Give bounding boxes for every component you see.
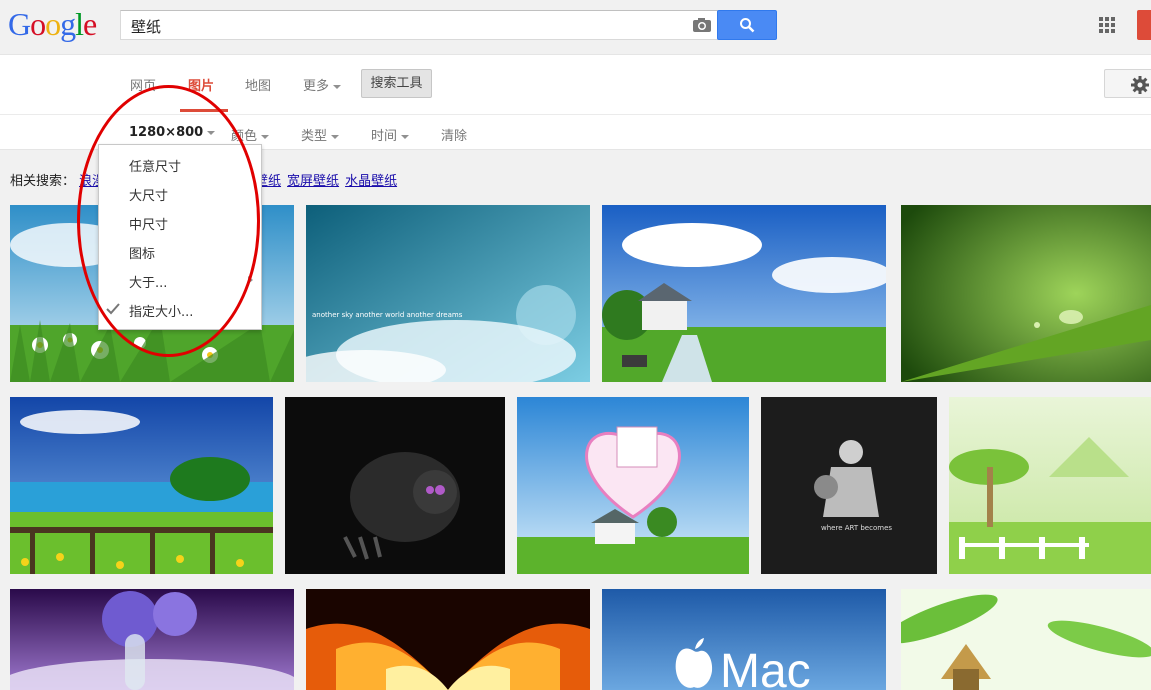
image-result-cloudy-sky-fantasy[interactable]: another sky another world another dreams	[306, 205, 590, 382]
size-option-any[interactable]: 任意尺寸	[129, 156, 181, 175]
related-link[interactable]: 宽屏壁纸	[287, 174, 339, 189]
player-caption: where ART becomes	[821, 524, 892, 532]
filter-size[interactable]: 1280×800	[129, 125, 216, 140]
logo-letter: g	[60, 6, 76, 42]
top-bar: Google 壁纸	[0, 0, 1151, 55]
filter-color-label: 颜色	[231, 129, 258, 144]
filter-type-label: 类型	[301, 129, 328, 144]
image-result-house-on-lawn[interactable]	[602, 205, 886, 382]
sign-in-button[interactable]	[1137, 10, 1151, 40]
chevron-down-icon	[331, 134, 340, 139]
apps-grid-icon[interactable]	[1099, 17, 1115, 33]
search-nav: 网页 图片 地图 更多 搜索工具	[0, 55, 1151, 115]
size-option-exact[interactable]: 指定大小...	[129, 301, 193, 320]
size-option-icon[interactable]: 图标	[129, 243, 155, 262]
filter-color[interactable]: 颜色	[231, 125, 270, 144]
tab-more[interactable]: 更多	[303, 75, 342, 113]
size-option-larger-than[interactable]: 大于...	[129, 272, 167, 291]
mac-wordmark: Mac	[720, 645, 811, 690]
image-result-purple-planets[interactable]	[10, 589, 294, 690]
google-logo[interactable]: Google	[8, 6, 97, 43]
chevron-down-icon	[401, 134, 410, 139]
checkmark-icon	[106, 303, 120, 315]
image-result-apple-mac[interactable]: Mac	[602, 589, 886, 690]
sky-caption: another sky another world another dreams	[312, 311, 463, 319]
image-result-basketball-player[interactable]: where ART becomes	[761, 397, 937, 574]
image-result-lake-landscape[interactable]	[10, 397, 273, 574]
search-button[interactable]	[717, 10, 777, 40]
logo-letter: o	[45, 6, 61, 42]
size-option-large[interactable]: 大尺寸	[129, 185, 168, 204]
chevron-right-icon	[248, 276, 253, 284]
image-result-dark-creature[interactable]	[285, 397, 505, 574]
logo-letter: o	[30, 6, 46, 42]
image-result-tropical-hut[interactable]	[901, 589, 1151, 690]
search-query-text: 壁纸	[131, 18, 162, 36]
related-searches-label: 相关搜索：	[10, 174, 76, 189]
image-result-heart-calendar[interactable]	[517, 397, 749, 574]
tab-more-label: 更多	[303, 79, 330, 94]
filter-time-label: 时间	[371, 129, 398, 144]
logo-letter: e	[83, 6, 97, 42]
image-result-fire-burst[interactable]	[306, 589, 590, 690]
filter-time[interactable]: 时间	[371, 125, 410, 144]
size-menu: 任意尺寸 大尺寸 中尺寸 图标 大于... 指定大小...	[98, 144, 262, 330]
image-result-cartoon-island[interactable]	[949, 397, 1151, 574]
filter-type[interactable]: 类型	[301, 125, 340, 144]
image-result-green-leaf-dewdrop[interactable]	[901, 205, 1151, 382]
filter-size-label: 1280×800	[129, 125, 204, 140]
filter-clear[interactable]: 清除	[441, 125, 467, 144]
camera-icon[interactable]	[693, 18, 711, 32]
chevron-down-icon	[207, 130, 216, 135]
logo-letter: l	[75, 6, 84, 42]
search-input[interactable]: 壁纸	[120, 10, 718, 40]
chevron-down-icon	[261, 134, 270, 139]
tab-web[interactable]: 网页	[130, 75, 156, 113]
gear-icon	[1131, 76, 1149, 94]
tab-images[interactable]: 图片	[179, 75, 229, 113]
tab-maps[interactable]: 地图	[245, 75, 271, 113]
related-link[interactable]: 水晶壁纸	[345, 174, 397, 189]
search-tools-button[interactable]: 搜索工具	[361, 69, 432, 98]
settings-button[interactable]	[1104, 69, 1151, 98]
chevron-down-icon	[333, 84, 342, 89]
search-icon	[740, 18, 755, 33]
size-option-medium[interactable]: 中尺寸	[129, 214, 168, 233]
logo-letter: G	[8, 6, 31, 42]
